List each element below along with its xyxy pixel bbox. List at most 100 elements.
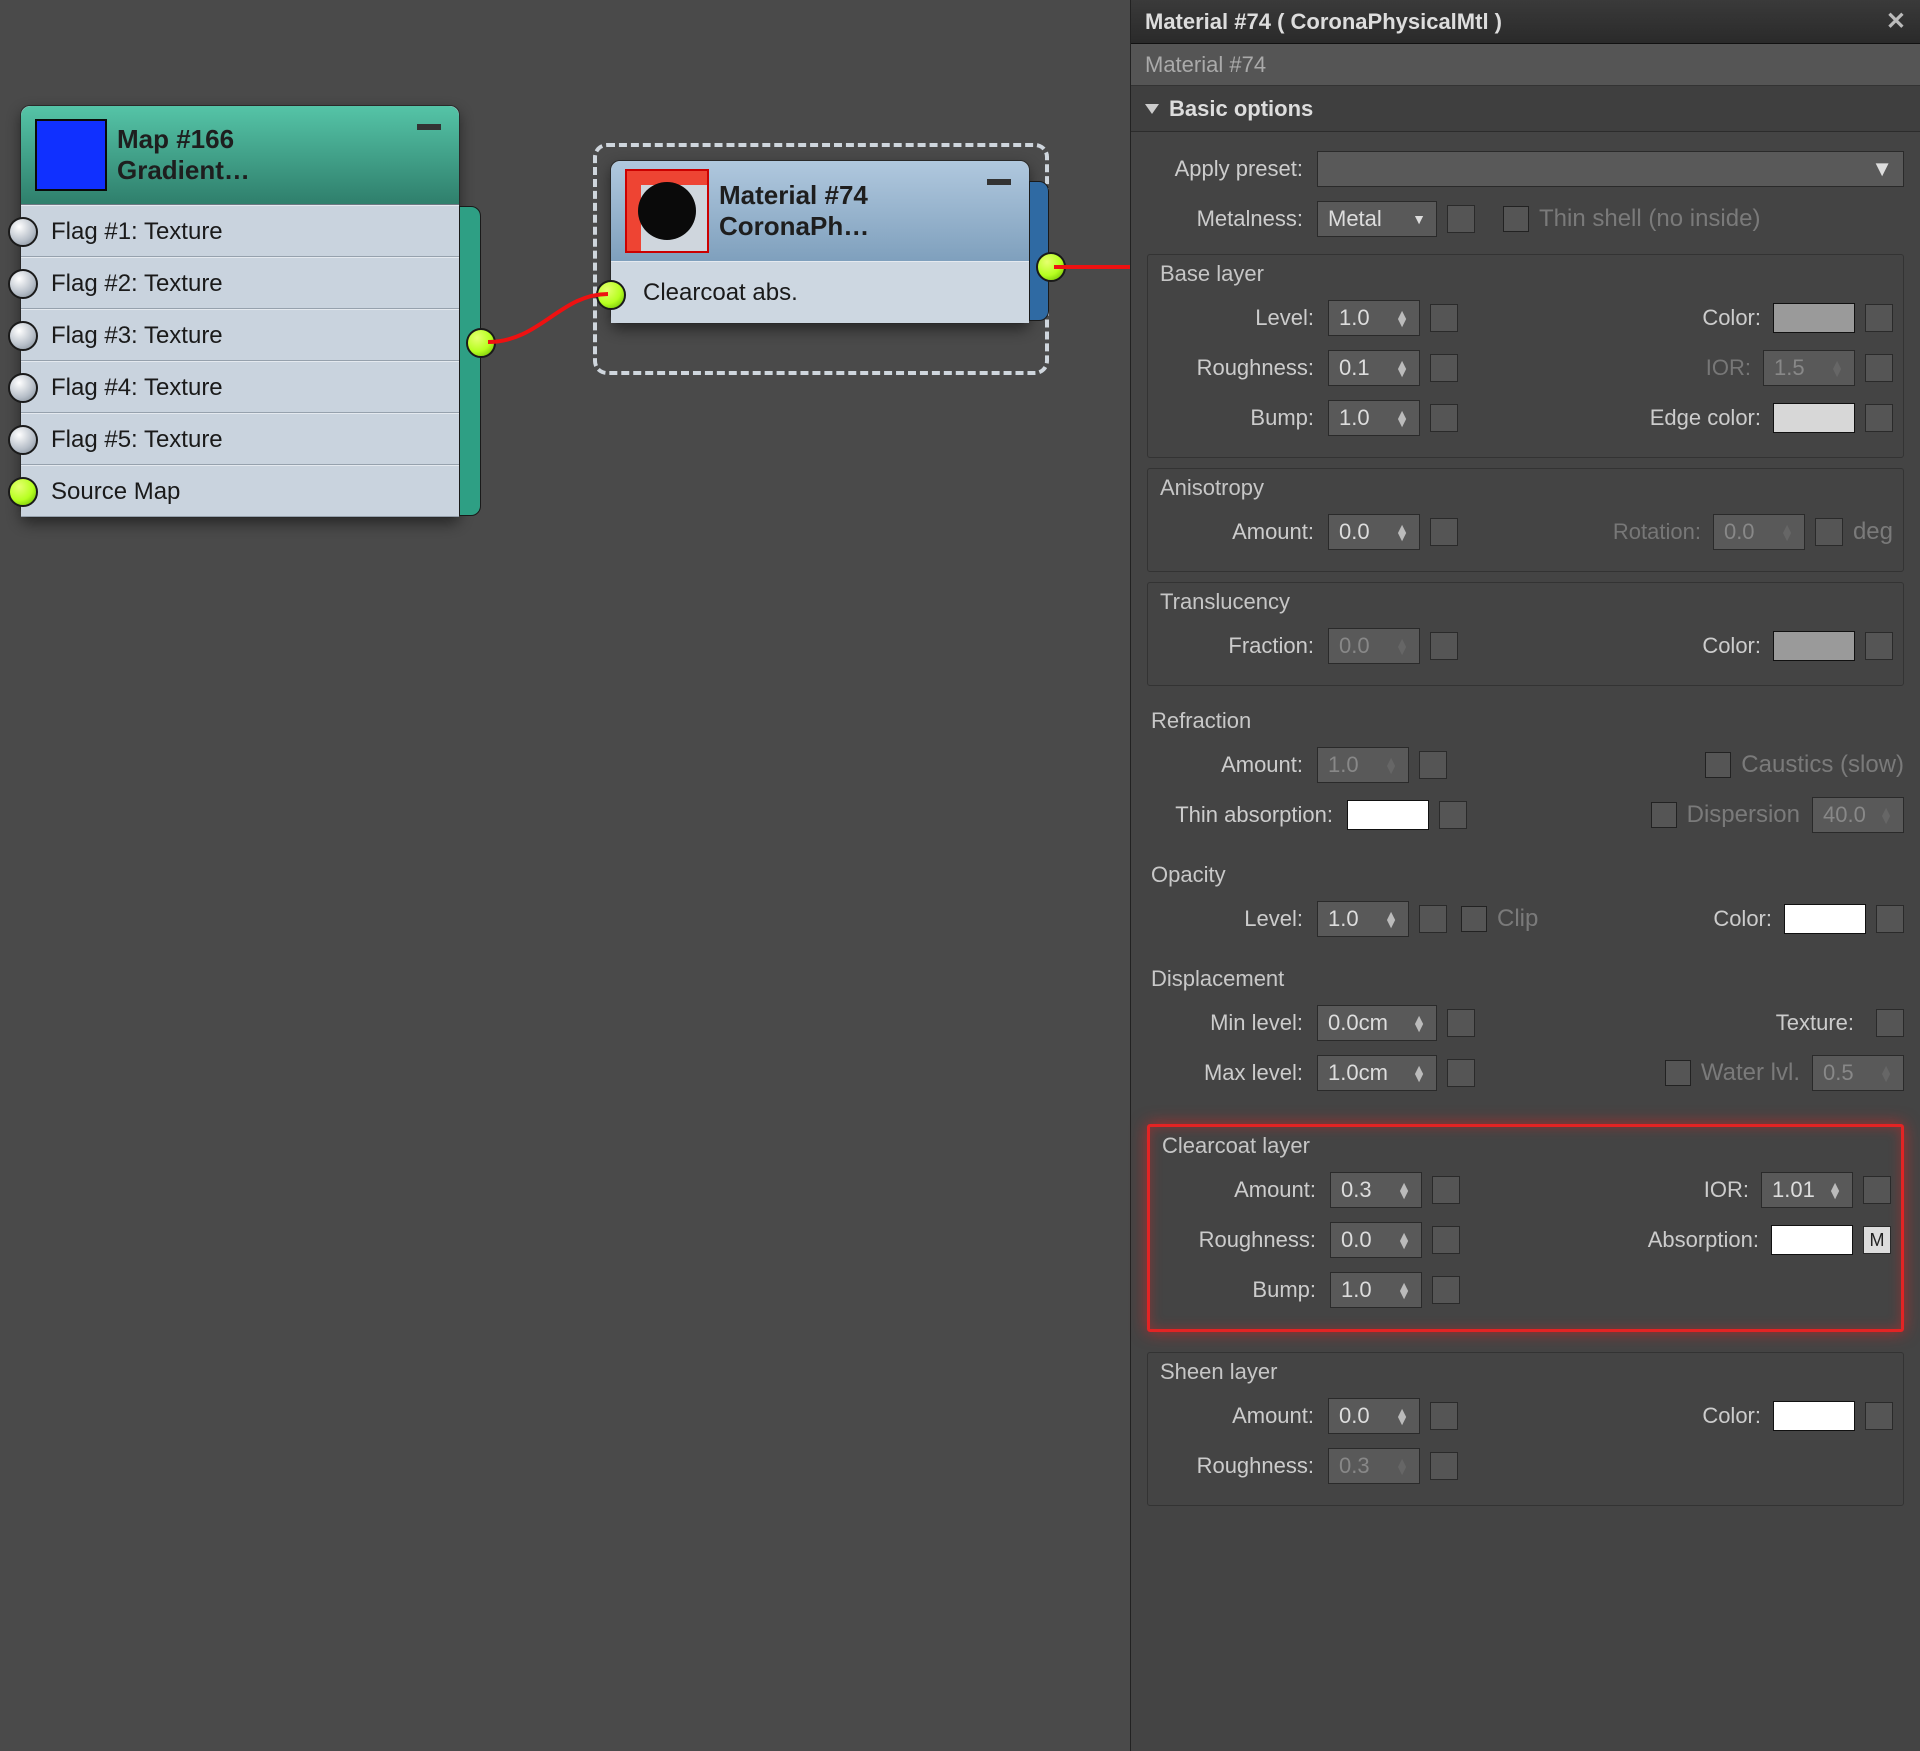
caustics-checkbox[interactable] — [1705, 752, 1731, 778]
waterlvl-spinner[interactable]: 0.5▲▼ — [1812, 1055, 1904, 1091]
node-input-port[interactable] — [596, 280, 626, 310]
edge-color-label: Edge color: — [1649, 405, 1773, 431]
map-button[interactable] — [1432, 1226, 1460, 1254]
node-output-port[interactable] — [1036, 252, 1066, 282]
disp-max-spinner[interactable]: 1.0cm▲▼ — [1317, 1055, 1437, 1091]
caustics-label: Caustics (slow) — [1741, 751, 1904, 779]
clear-ior-label: IOR: — [1681, 1177, 1761, 1203]
map-button[interactable] — [1863, 1176, 1891, 1204]
map-button[interactable] — [1430, 1452, 1458, 1480]
node-material-header[interactable]: Material #74 CoronaPh… — [611, 161, 1029, 261]
clear-abs-swatch[interactable] — [1771, 1225, 1853, 1255]
sheen-color-swatch[interactable] — [1773, 1401, 1855, 1431]
apply-preset-combo[interactable]: ▼ — [1317, 151, 1904, 187]
map-button[interactable] — [1447, 1059, 1475, 1087]
node-port[interactable] — [8, 373, 38, 403]
metalness-map-button[interactable] — [1447, 205, 1475, 233]
clear-amount-spinner[interactable]: 0.3▲▼ — [1330, 1172, 1422, 1208]
map-button[interactable] — [1815, 518, 1843, 546]
thin-abs-swatch[interactable] — [1347, 800, 1429, 830]
panel-title-text: Material #74 ( CoronaPhysicalMtl ) — [1145, 9, 1502, 35]
dispersion-spinner[interactable]: 40.0▲▼ — [1812, 797, 1904, 833]
map-button[interactable] — [1876, 905, 1904, 933]
refr-amount-spinner[interactable]: 1.0▲▼ — [1317, 747, 1409, 783]
gradient-row[interactable]: Flag #2: Texture — [21, 257, 459, 309]
node-port[interactable] — [8, 217, 38, 247]
clear-rough-spinner[interactable]: 0.0▲▼ — [1330, 1222, 1422, 1258]
opacity-level-spinner[interactable]: 1.0▲▼ — [1317, 901, 1409, 937]
dispersion-checkbox[interactable] — [1651, 802, 1677, 828]
material-thumb-icon — [625, 169, 709, 253]
map-button[interactable] — [1430, 404, 1458, 432]
gradient-row[interactable]: Source Map — [21, 465, 459, 517]
node-output-port[interactable] — [466, 328, 496, 358]
trans-frac-spinner[interactable]: 0.0▲▼ — [1328, 628, 1420, 664]
map-button[interactable] — [1430, 1402, 1458, 1430]
base-color-swatch[interactable] — [1773, 303, 1855, 333]
material-input-row[interactable]: Clearcoat abs. — [611, 261, 1029, 323]
gradient-row[interactable]: Flag #3: Texture — [21, 309, 459, 361]
collapse-icon[interactable] — [987, 179, 1011, 185]
opacity-title: Opacity — [1151, 862, 1904, 888]
map-button[interactable] — [1430, 518, 1458, 546]
map-button[interactable] — [1419, 905, 1447, 933]
base-bump-spinner[interactable]: 1.0▲▼ — [1328, 400, 1420, 436]
map-button[interactable] — [1865, 354, 1893, 382]
waterlvl-checkbox[interactable] — [1665, 1060, 1691, 1086]
node-port[interactable] — [8, 477, 38, 507]
clip-checkbox[interactable] — [1461, 906, 1487, 932]
map-button[interactable] — [1430, 354, 1458, 382]
map-button[interactable] — [1430, 304, 1458, 332]
map-button[interactable] — [1447, 1009, 1475, 1037]
clear-amount-value: 0.3 — [1341, 1177, 1372, 1203]
map-button[interactable] — [1439, 801, 1467, 829]
trans-color-label: Color: — [1649, 633, 1773, 659]
node-port[interactable] — [8, 269, 38, 299]
edge-color-swatch[interactable] — [1773, 403, 1855, 433]
aniso-rot-spinner[interactable]: 0.0▲▼ — [1713, 514, 1805, 550]
panel-title-bar[interactable]: Material #74 ( CoronaPhysicalMtl ) ✕ — [1131, 0, 1920, 44]
node-editor-canvas[interactable]: Map #166 Gradient… Flag #1: Texture Flag… — [0, 0, 1920, 1751]
disp-max-value: 1.0cm — [1328, 1060, 1388, 1086]
output-tab[interactable] — [459, 206, 481, 516]
opacity-color-swatch[interactable] — [1784, 904, 1866, 934]
map-button[interactable] — [1430, 632, 1458, 660]
clear-bump-spinner[interactable]: 1.0▲▼ — [1330, 1272, 1422, 1308]
node-port[interactable] — [8, 321, 38, 351]
gradient-row[interactable]: Flag #1: Texture — [21, 205, 459, 257]
material-output-tab[interactable] — [1029, 181, 1049, 321]
base-rough-spinner[interactable]: 0.1▲▼ — [1328, 350, 1420, 386]
map-button[interactable] — [1432, 1176, 1460, 1204]
disp-texture-button[interactable] — [1876, 1009, 1904, 1037]
sheen-amount-spinner[interactable]: 0.0▲▼ — [1328, 1398, 1420, 1434]
thin-shell-checkbox[interactable] — [1503, 206, 1529, 232]
sheen-rough-spinner[interactable]: 0.3▲▼ — [1328, 1448, 1420, 1484]
disp-min-spinner[interactable]: 0.0cm▲▼ — [1317, 1005, 1437, 1041]
map-button[interactable] — [1419, 751, 1447, 779]
gradient-row[interactable]: Flag #5: Texture — [21, 413, 459, 465]
map-button[interactable] — [1865, 304, 1893, 332]
base-level-spinner[interactable]: 1.0▲▼ — [1328, 300, 1420, 336]
aniso-amount-spinner[interactable]: 0.0▲▼ — [1328, 514, 1420, 550]
node-gradient[interactable]: Map #166 Gradient… Flag #1: Texture Flag… — [20, 105, 460, 518]
trans-color-swatch[interactable] — [1773, 631, 1855, 661]
close-icon[interactable]: ✕ — [1886, 7, 1906, 36]
clear-abs-label: Absorption: — [1647, 1227, 1771, 1253]
map-button[interactable] — [1865, 404, 1893, 432]
clear-ior-spinner[interactable]: 1.01▲▼ — [1761, 1172, 1853, 1208]
metalness-combo[interactable]: Metal▼ — [1317, 201, 1437, 237]
map-button[interactable] — [1865, 632, 1893, 660]
material-breadcrumb[interactable]: Material #74 — [1131, 44, 1920, 86]
map-button[interactable] — [1865, 1402, 1893, 1430]
clear-abs-map-button[interactable]: M — [1863, 1226, 1891, 1254]
node-gradient-header[interactable]: Map #166 Gradient… — [21, 106, 459, 204]
base-ior-spinner[interactable]: 1.5▲▼ — [1763, 350, 1855, 386]
map-button[interactable] — [1432, 1276, 1460, 1304]
node-port[interactable] — [8, 425, 38, 455]
metalness-value: Metal — [1328, 206, 1382, 232]
dispersion-value: 40.0 — [1823, 802, 1866, 828]
collapse-icon[interactable] — [417, 124, 441, 130]
node-material[interactable]: Material #74 CoronaPh… Clearcoat abs. — [610, 160, 1030, 324]
gradient-row[interactable]: Flag #4: Texture — [21, 361, 459, 413]
basic-options-rollup[interactable]: Basic options — [1131, 86, 1920, 132]
